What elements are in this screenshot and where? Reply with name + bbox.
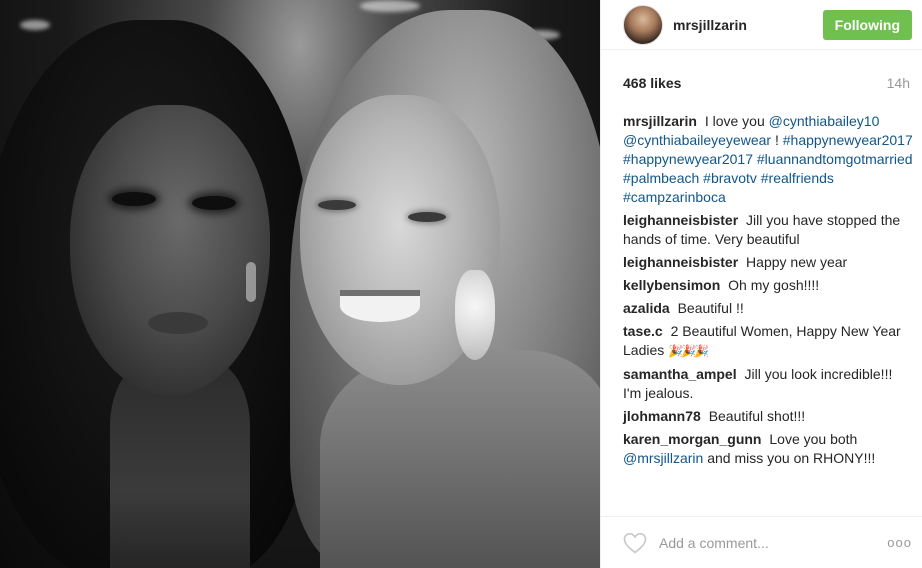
list-item: kellybensimon Oh my gosh!!!! [623, 276, 914, 295]
photo-subject-right-body [320, 350, 600, 568]
comment-bar: Add a comment... ooo [601, 516, 922, 568]
comment-text: Oh my gosh!!!! [728, 277, 820, 293]
likes-count[interactable]: 468 likes [623, 75, 681, 91]
comment-author[interactable]: jlohmann78 [623, 408, 701, 424]
photo-lips [148, 312, 208, 334]
list-item: samantha_ampel Jill you look incredible!… [623, 365, 914, 403]
hashtag-link[interactable]: #campzarinboca [623, 189, 726, 205]
mention-link[interactable]: @mrsjillzarin [623, 450, 703, 466]
avatar[interactable] [623, 4, 663, 45]
heart-outline-icon[interactable] [623, 532, 647, 554]
photo-earring [455, 270, 495, 360]
comment-author[interactable]: karen_morgan_gunn [623, 431, 761, 447]
post-timestamp[interactable]: 14h [887, 75, 910, 91]
list-item: azalida Beautiful !! [623, 299, 914, 318]
list-item: jlohmann78 Beautiful shot!!! [623, 407, 914, 426]
photo-eye [408, 212, 446, 222]
caption: mrsjillzarin I love you @cynthiabailey10… [623, 112, 914, 207]
light-flare [360, 0, 420, 12]
photo-eye [192, 196, 236, 210]
photo-eye [318, 200, 356, 210]
comment-author[interactable]: tase.c [623, 323, 663, 339]
post-photo[interactable] [0, 0, 600, 568]
mention-link[interactable]: @cynthiabaileyeyewear [623, 132, 771, 148]
hashtag-link[interactable]: #luannandtomgotmarried [757, 151, 913, 167]
comment-author[interactable]: kellybensimon [623, 277, 720, 293]
list-item: karen_morgan_gunn Love you both @mrsjill… [623, 430, 914, 468]
mention-link[interactable]: @cynthiabailey10 [769, 113, 880, 129]
comment-text: Beautiful !! [677, 300, 744, 316]
photo-eye [112, 192, 156, 206]
hashtag-link[interactable]: #happynewyear2017 [623, 151, 753, 167]
post-side-panel: mrsjillzarin Following 468 likes 14h mrs… [600, 0, 922, 568]
photo-smile [340, 290, 420, 322]
list-item: tase.c 2 Beautiful Women, Happy New Year… [623, 322, 914, 361]
party-emoji: 🎉🎉🎉 [668, 344, 709, 358]
comment-author[interactable]: leighanneisbister [623, 212, 738, 228]
comment-text: Happy new year [746, 254, 848, 270]
list-item: leighanneisbister Jill you have stopped … [623, 211, 914, 249]
comment-author[interactable]: leighanneisbister [623, 254, 738, 270]
add-comment-input[interactable]: Add a comment... [659, 535, 887, 551]
post-meta: 468 likes 14h [623, 75, 910, 91]
comments-list: mrsjillzarin I love you @cynthiabailey10… [623, 112, 914, 472]
caption-text: ! [774, 132, 779, 148]
comment-text: Love you both [769, 431, 858, 447]
hashtag-link[interactable]: #bravotv [703, 170, 757, 186]
comment-text: and miss you on RHONY!!! [707, 450, 876, 466]
hashtag-link[interactable]: #realfriends [761, 170, 834, 186]
comment-author[interactable]: azalida [623, 300, 670, 316]
light-flare [20, 20, 50, 30]
photo-subject-left-face [70, 105, 270, 395]
list-item: leighanneisbister Happy new year [623, 253, 914, 272]
comment-text: Beautiful shot!!! [708, 408, 806, 424]
comment-author[interactable]: samantha_ampel [623, 366, 737, 382]
following-button[interactable]: Following [822, 9, 912, 40]
post-header: mrsjillzarin Following [601, 0, 922, 50]
more-options-icon[interactable]: ooo [887, 535, 912, 550]
hashtag-link[interactable]: #palmbeach [623, 170, 699, 186]
hashtag-link[interactable]: #happynewyear2017 [783, 132, 913, 148]
instagram-post: mrsjillzarin Following 468 likes 14h mrs… [0, 0, 922, 568]
comment-text: 2 Beautiful Women, Happy New Year Ladies [623, 323, 901, 358]
comment-author[interactable]: mrsjillzarin [623, 113, 697, 129]
photo-earring [246, 262, 256, 302]
post-username[interactable]: mrsjillzarin [673, 17, 823, 33]
caption-text: I love you [704, 113, 765, 129]
